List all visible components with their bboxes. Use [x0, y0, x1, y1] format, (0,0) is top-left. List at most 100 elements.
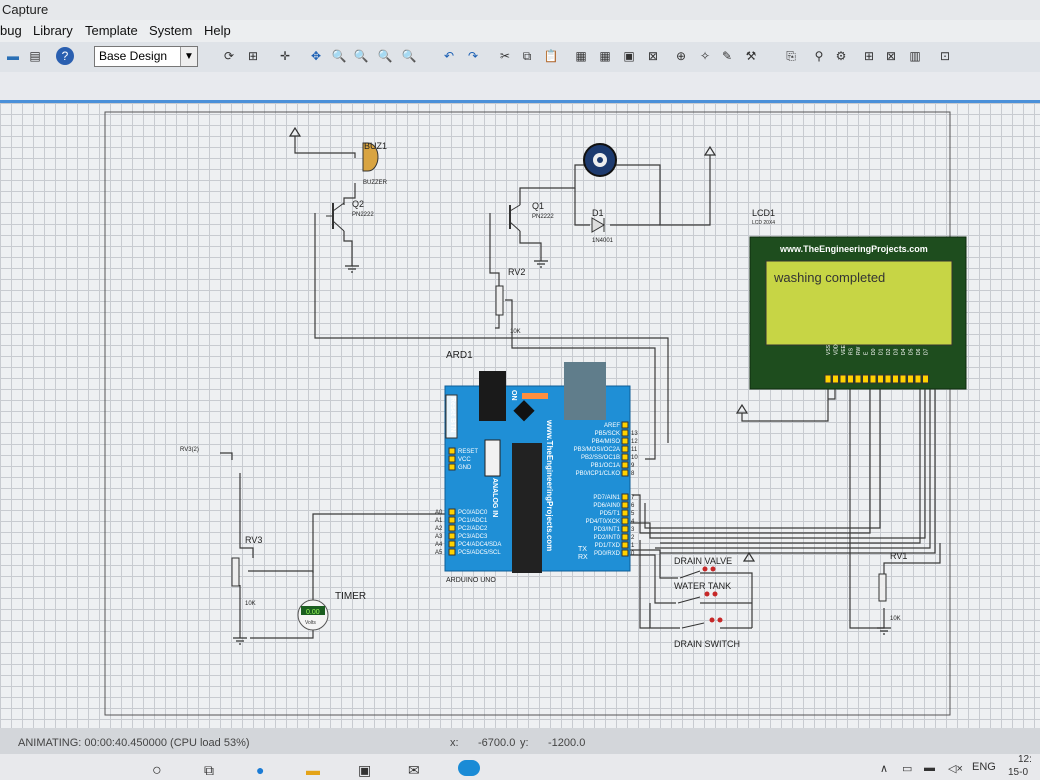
analog-pin-label: PC4/ADC4/SDA — [458, 542, 501, 548]
arduino-pin — [621, 533, 629, 541]
arduino-pin — [448, 540, 456, 548]
refresh-icon[interactable]: ⟳ — [220, 47, 238, 65]
goto-sheet-icon[interactable]: ▥ — [906, 47, 924, 65]
cut-icon[interactable]: ✂ — [496, 47, 514, 65]
block-move-icon[interactable]: ▦ — [596, 47, 614, 65]
origin-icon[interactable]: ✛ — [276, 47, 294, 65]
digital-pin-number: 0 — [631, 551, 635, 557]
potentiometer-rv1[interactable]: RV1 10K — [878, 551, 907, 622]
potentiometer-rv3[interactable]: RV3 10K RV3(2) — [180, 447, 262, 607]
buzzer-ref: BUZ1 — [364, 141, 387, 151]
package-tool-icon[interactable]: ✎ — [718, 47, 736, 65]
arduino-uno[interactable]: ARD1 Reset BTN ON ANALOG IN www.TheEngin… — [435, 350, 638, 584]
block-copy-icon[interactable]: ▦ — [572, 47, 590, 65]
lcd-url: www.TheEngineeringProjects.com — [779, 244, 928, 254]
arduino-pin — [448, 524, 456, 532]
analog-pin-number: A3 — [435, 534, 443, 540]
lcd-pin-label: D7 — [924, 348, 930, 355]
potentiometer-rv2[interactable]: RV2 10K — [495, 267, 525, 335]
new-icon[interactable]: ▬ — [4, 47, 22, 65]
zoom-area-icon[interactable]: 🔍 — [400, 47, 418, 65]
schematic-canvas[interactable]: BUZ1 BUZZER Q2 PN2222 Q1 PN2222 D1 1N400… — [0, 103, 1040, 728]
x-coord: -6700.0 — [478, 737, 516, 749]
help-icon[interactable]: ? — [56, 47, 74, 65]
export-icon[interactable]: ⊡ — [936, 47, 954, 65]
title-bar: Capture — [0, 0, 1040, 20]
analog-pin-number: A1 — [435, 518, 443, 524]
zoom-all-icon[interactable]: 🔍 — [376, 47, 394, 65]
battery-icon[interactable]: ▬ — [924, 762, 935, 774]
open-icon[interactable]: ▤ — [26, 47, 44, 65]
switch-drain-valve[interactable]: DRAIN VALVE — [674, 556, 732, 579]
search-tag-icon[interactable]: ⚲ — [810, 47, 828, 65]
zoom-in-icon[interactable]: 🔍 — [330, 47, 348, 65]
redo-icon[interactable]: ↷ — [464, 47, 482, 65]
menu-system[interactable]: System — [149, 23, 192, 38]
arduino-pin — [621, 421, 629, 429]
lcd-display[interactable]: LCD1 LCD 20X4 www.TheEngineeringProjects… — [749, 208, 967, 390]
lcd-pin-label: VEE — [841, 344, 847, 355]
block-rotate-icon[interactable]: ▣ — [620, 47, 638, 65]
edge-icon[interactable]: ● — [256, 762, 264, 778]
menu-template[interactable]: Template — [85, 23, 138, 38]
mail-icon[interactable]: ✉ — [408, 762, 420, 779]
file-explorer-icon[interactable]: ▬ — [306, 762, 320, 778]
tray-network-icon[interactable]: ▭ — [902, 762, 912, 775]
motor-component[interactable] — [583, 143, 617, 177]
lcd-pin — [839, 374, 847, 384]
diode-d1[interactable]: D1 1N4001 — [591, 208, 614, 244]
pan-icon[interactable]: ✥ — [307, 47, 325, 65]
arduino-pin — [621, 437, 629, 445]
digital-pin-label: PD7/AIN1 — [593, 495, 620, 501]
undo-icon[interactable]: ↶ — [440, 47, 458, 65]
digital-pin-label: PD0/RXD — [594, 551, 621, 557]
grid-icon[interactable]: ⊞ — [244, 47, 262, 65]
buzzer-component[interactable]: BUZ1 BUZZER — [362, 141, 388, 186]
arduino-pin — [621, 461, 629, 469]
transistor-q2[interactable]: Q2 PN2222 — [326, 199, 374, 232]
pick-device-icon[interactable]: ⊕ — [672, 47, 690, 65]
arduino-pin — [621, 493, 629, 501]
search-icon[interactable]: ○ — [152, 762, 162, 780]
switch-drain[interactable]: DRAIN SWITCH — [674, 617, 740, 650]
store-icon[interactable]: ▣ — [358, 762, 371, 779]
menu-library[interactable]: Library — [33, 23, 73, 38]
arduino-pin — [448, 548, 456, 556]
lcd-type: LCD 20X4 — [752, 220, 775, 226]
rv1-value: 10K — [890, 616, 901, 622]
decompose-icon[interactable]: ⚒ — [742, 47, 760, 65]
language-indicator[interactable]: ENG — [972, 761, 996, 773]
digital-pin-label: PB3/MOSI/OC2A — [574, 447, 620, 453]
property-tool-icon[interactable]: ⚙ — [832, 47, 850, 65]
chevron-down-icon[interactable]: ▼ — [180, 47, 197, 66]
new-sheet-icon[interactable]: ⊞ — [860, 47, 878, 65]
transistor-q1[interactable]: Q1 PN2222 — [509, 201, 554, 232]
make-device-icon[interactable]: ✧ — [696, 47, 714, 65]
zoom-out-icon[interactable]: 🔍 — [352, 47, 370, 65]
copy-icon[interactable]: ⧉ — [518, 47, 536, 65]
design-select[interactable]: Base Design ▼ — [94, 46, 198, 67]
buzzer-type: BUZZER — [363, 180, 388, 186]
task-view-icon[interactable]: ⧉ — [204, 762, 214, 779]
drain-valve-label: DRAIN VALVE — [674, 556, 732, 566]
tray-chevron-icon[interactable]: ∧ — [880, 762, 888, 775]
menu-help[interactable]: Help — [204, 23, 231, 38]
q1-ref: Q1 — [532, 201, 544, 211]
digital-pin-label: PB5/SCK — [595, 431, 620, 437]
analog-pin-label: PC3/ADC3 — [458, 534, 488, 540]
lcd-ref: LCD1 — [752, 208, 775, 218]
remove-sheet-icon[interactable]: ⊠ — [882, 47, 900, 65]
arduino-pin — [448, 532, 456, 540]
volume-icon[interactable]: ◁× — [948, 762, 963, 775]
window-title: Capture — [2, 2, 49, 17]
lcd-pin — [847, 374, 854, 384]
arduino-pin — [621, 453, 629, 461]
arduino-pin — [448, 455, 456, 463]
block-delete-icon[interactable]: ⊠ — [644, 47, 662, 65]
arduino-app-icon[interactable] — [458, 760, 480, 776]
menu-debug[interactable]: bug — [0, 23, 22, 38]
paste-icon[interactable]: 📋 — [542, 47, 560, 65]
wire-autoroute-icon[interactable]: ⎘ — [782, 47, 800, 65]
timer-voltmeter[interactable]: 0.00 Volts TIMER — [297, 591, 366, 631]
switch-water-tank[interactable]: WATER TANK — [674, 581, 731, 604]
